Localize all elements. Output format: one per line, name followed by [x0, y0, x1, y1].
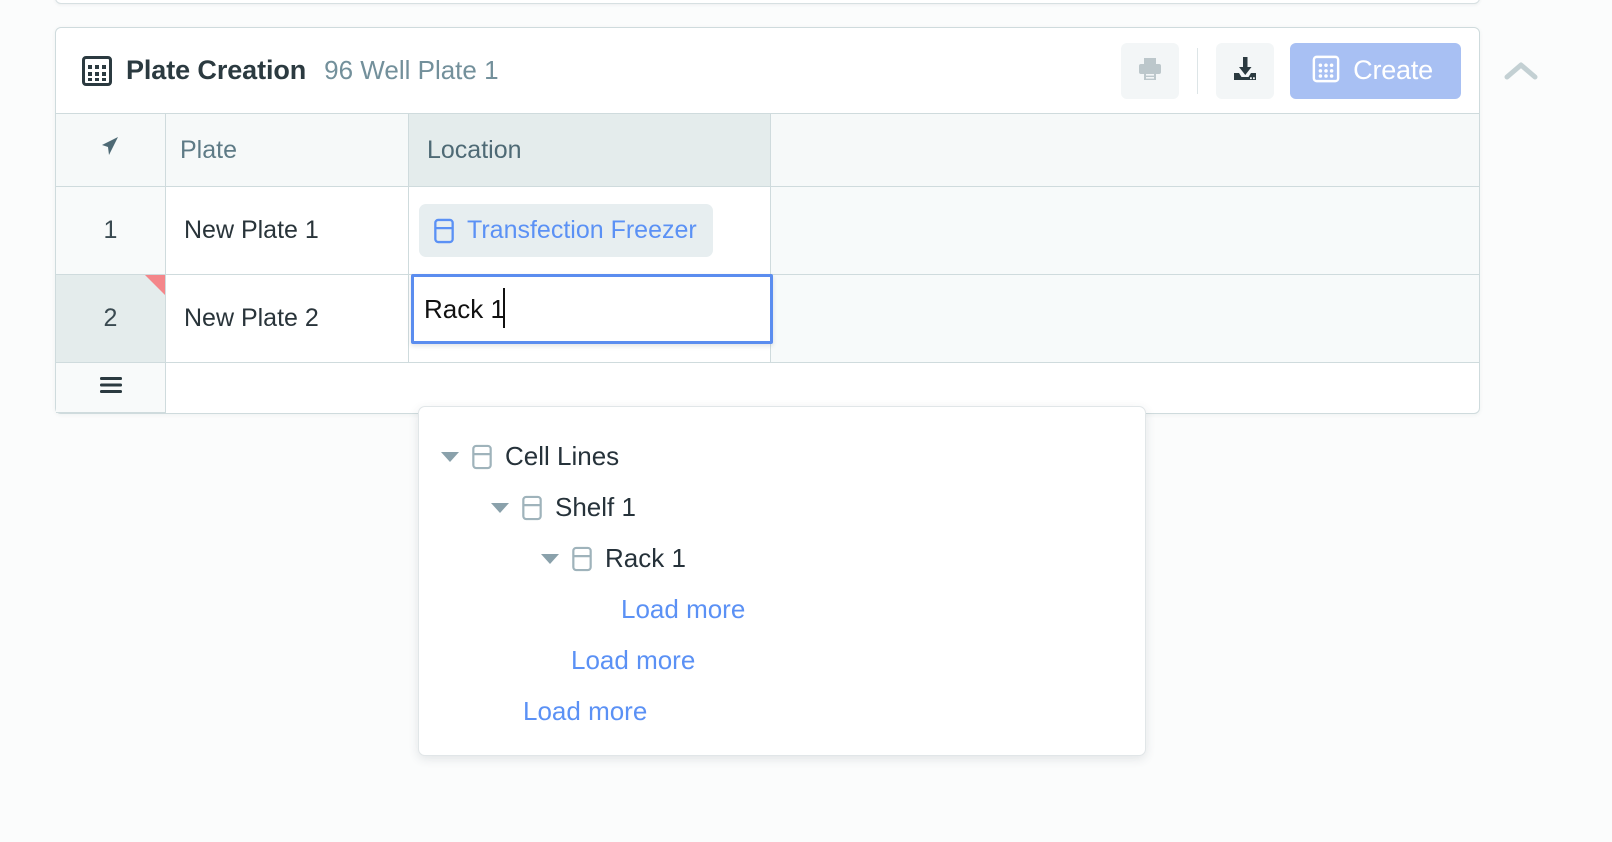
row-filler — [771, 275, 1479, 363]
import-button[interactable] — [1216, 43, 1274, 99]
table-row[interactable]: 2 New Plate 2 — [56, 275, 1479, 363]
text-caret — [503, 288, 505, 328]
page-title: Plate Creation — [126, 55, 306, 86]
container-icon — [521, 495, 543, 521]
cell-plate-name[interactable]: New Plate 2 — [166, 275, 409, 363]
column-header-filler — [771, 114, 1479, 187]
plate-grid-icon — [1312, 55, 1340, 86]
card-header-actions: Create — [1121, 43, 1461, 99]
previous-card-partial — [55, 0, 1480, 4]
row-number-label: 2 — [104, 304, 118, 333]
load-more-link[interactable]: Load more — [419, 686, 1145, 737]
plate-table: Plate Location 1 New Plate 1 — [56, 114, 1479, 413]
row-filler — [771, 187, 1479, 275]
load-more-link[interactable]: Load more — [419, 584, 1145, 635]
container-icon — [433, 218, 455, 244]
table-header-row: Plate Location — [56, 114, 1479, 187]
print-button[interactable] — [1121, 43, 1179, 99]
hamburger-menu-icon — [97, 375, 125, 400]
toolbar-divider — [1197, 48, 1198, 94]
plate-type-subtitle: 96 Well Plate 1 — [324, 55, 498, 86]
chevron-down-icon[interactable] — [491, 503, 509, 513]
row-number-cell[interactable]: 1 — [56, 187, 166, 275]
create-button[interactable]: Create — [1290, 43, 1461, 99]
create-button-label: Create — [1353, 55, 1433, 86]
tree-item-label: Shelf 1 — [555, 492, 636, 523]
row-number-cell[interactable]: 2 — [56, 275, 166, 363]
row-error-indicator-icon — [145, 275, 165, 295]
cell-location[interactable]: Transfection Freezer — [409, 187, 771, 275]
container-icon — [471, 444, 493, 470]
tree-item-label: Cell Lines — [505, 441, 619, 472]
collapse-chevron-icon[interactable] — [1500, 50, 1542, 92]
chevron-down-icon[interactable] — [541, 554, 559, 564]
location-input[interactable] — [411, 274, 773, 344]
container-icon — [571, 546, 593, 572]
cell-location-editing[interactable] — [409, 275, 771, 363]
plate-grid-icon — [82, 56, 112, 86]
download-tray-icon — [1231, 55, 1259, 86]
column-header-plate[interactable]: Plate — [166, 114, 409, 187]
cell-plate-name[interactable]: New Plate 1 — [166, 187, 409, 275]
location-chip-label: Transfection Freezer — [467, 214, 697, 247]
printer-icon — [1136, 55, 1164, 86]
column-header-location[interactable]: Location — [409, 114, 771, 187]
location-input-wrapper — [411, 274, 773, 344]
card-header-left: Plate Creation 96 Well Plate 1 — [82, 55, 1121, 86]
tree-item-label: Rack 1 — [605, 543, 686, 574]
tree-item-cell-lines[interactable]: Cell Lines — [419, 431, 1145, 482]
screen-root: Plate Creation 96 Well Plate 1 — [0, 0, 1612, 842]
card-header: Plate Creation 96 Well Plate 1 — [56, 28, 1479, 114]
location-dropdown-panel: Cell Lines Shelf 1 Rack 1 Load mor — [418, 406, 1146, 756]
plate-creation-card: Plate Creation 96 Well Plate 1 — [55, 27, 1480, 414]
row-menu-button[interactable] — [56, 363, 166, 413]
location-chip[interactable]: Transfection Freezer — [419, 204, 713, 257]
chevron-down-icon[interactable] — [441, 452, 459, 462]
load-more-link[interactable]: Load more — [419, 635, 1145, 686]
cursor-arrow-icon — [98, 133, 124, 168]
tree-item-rack-1[interactable]: Rack 1 — [419, 533, 1145, 584]
select-all-cell[interactable] — [56, 114, 166, 187]
table-row[interactable]: 1 New Plate 1 Transfection Freezer — [56, 187, 1479, 275]
tree-item-shelf-1[interactable]: Shelf 1 — [419, 482, 1145, 533]
